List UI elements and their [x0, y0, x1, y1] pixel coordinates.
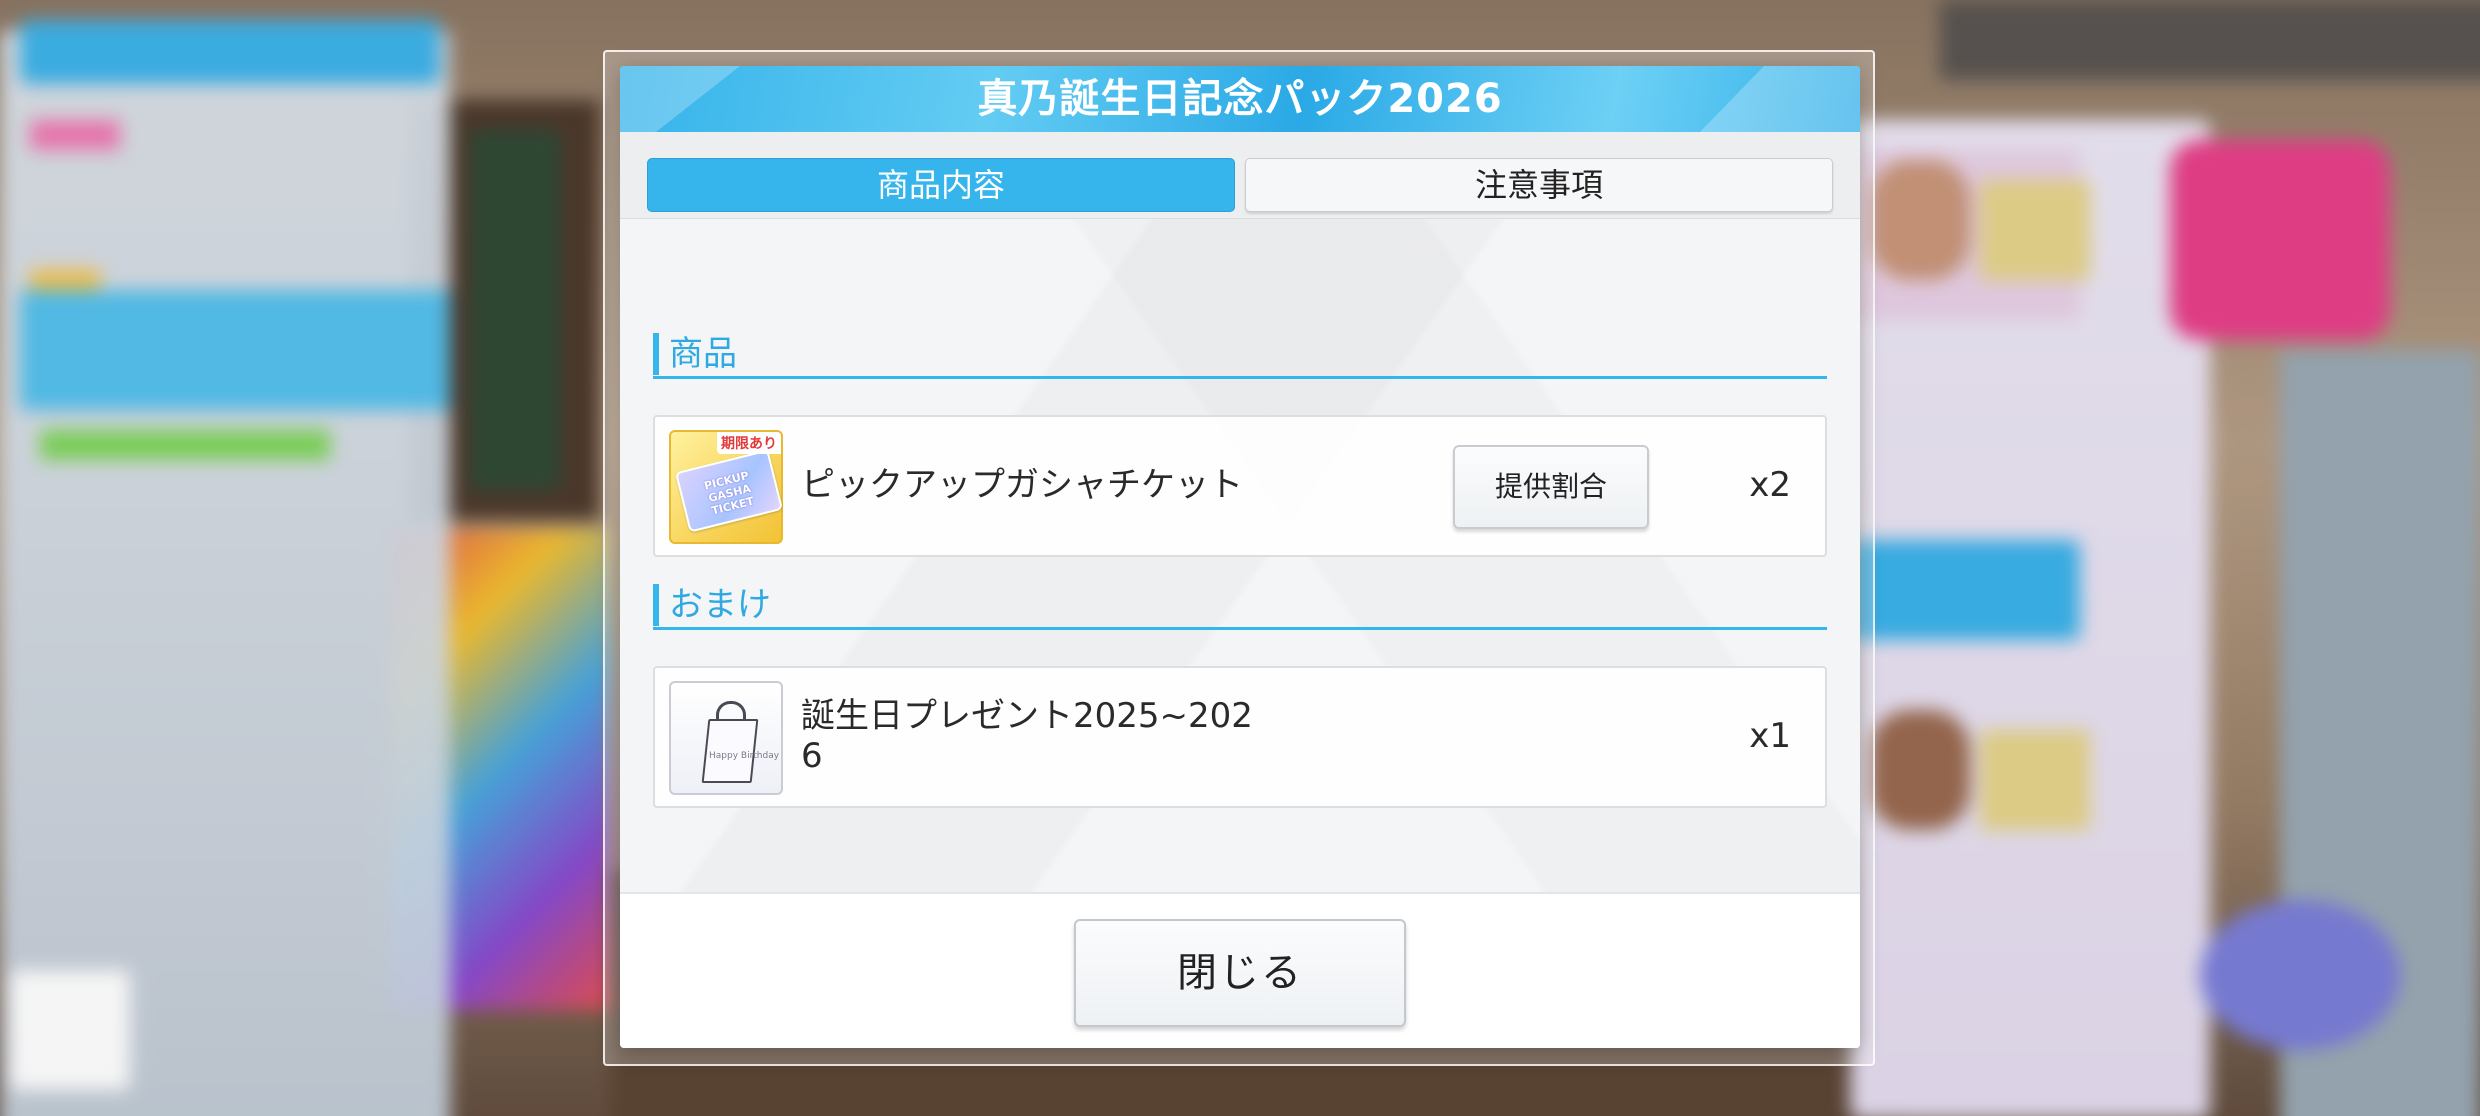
item-row-birthday-present: Happy Birthday 誕生日プレゼント2025~202 6 x1: [653, 666, 1827, 808]
section-title: 商品: [669, 334, 737, 374]
bag-icon-text: Happy Birthday: [709, 751, 780, 761]
dialog-title-bar: 真乃誕生日記念パック2026: [620, 66, 1860, 132]
item-quantity: x2: [1749, 465, 1791, 505]
item-row-pickup-ticket: PICKUP GASHA TICKET 期限あり ピックアップガシャチケット 提…: [653, 415, 1827, 557]
ticket-icon-text: PICKUP GASHA TICKET: [702, 468, 756, 518]
section-header-bonus: おまけ: [653, 582, 1827, 630]
item-name: ピックアップガシャチケット: [801, 465, 1243, 505]
tab-notes[interactable]: 注意事項: [1245, 158, 1833, 212]
tab-contents[interactable]: 商品内容: [647, 158, 1235, 212]
dialog-footer: 閉じる: [620, 892, 1860, 1048]
drop-rate-button[interactable]: 提供割合: [1453, 445, 1649, 529]
section-header-products: 商品: [653, 331, 1827, 379]
present-bag-icon: Happy Birthday: [669, 681, 783, 795]
section-accent-bar: [653, 333, 659, 375]
dialog-title: 真乃誕生日記念パック2026: [977, 76, 1503, 122]
pickup-gasha-ticket-icon: PICKUP GASHA TICKET 期限あり: [669, 430, 784, 544]
expiry-badge: 期限あり: [717, 432, 781, 454]
section-accent-bar: [653, 584, 659, 626]
pack-detail-dialog: 真乃誕生日記念パック2026 商品内容 注意事項 商品 PICKUP GASHA…: [620, 66, 1860, 1048]
item-quantity: x1: [1749, 716, 1791, 756]
section-title: おまけ: [669, 585, 771, 625]
item-name: 誕生日プレゼント2025~202 6: [801, 696, 1253, 776]
dialog-content: 商品 PICKUP GASHA TICKET 期限あり ピックアップガシャチケッ…: [620, 219, 1860, 959]
close-button[interactable]: 閉じる: [1074, 919, 1406, 1027]
